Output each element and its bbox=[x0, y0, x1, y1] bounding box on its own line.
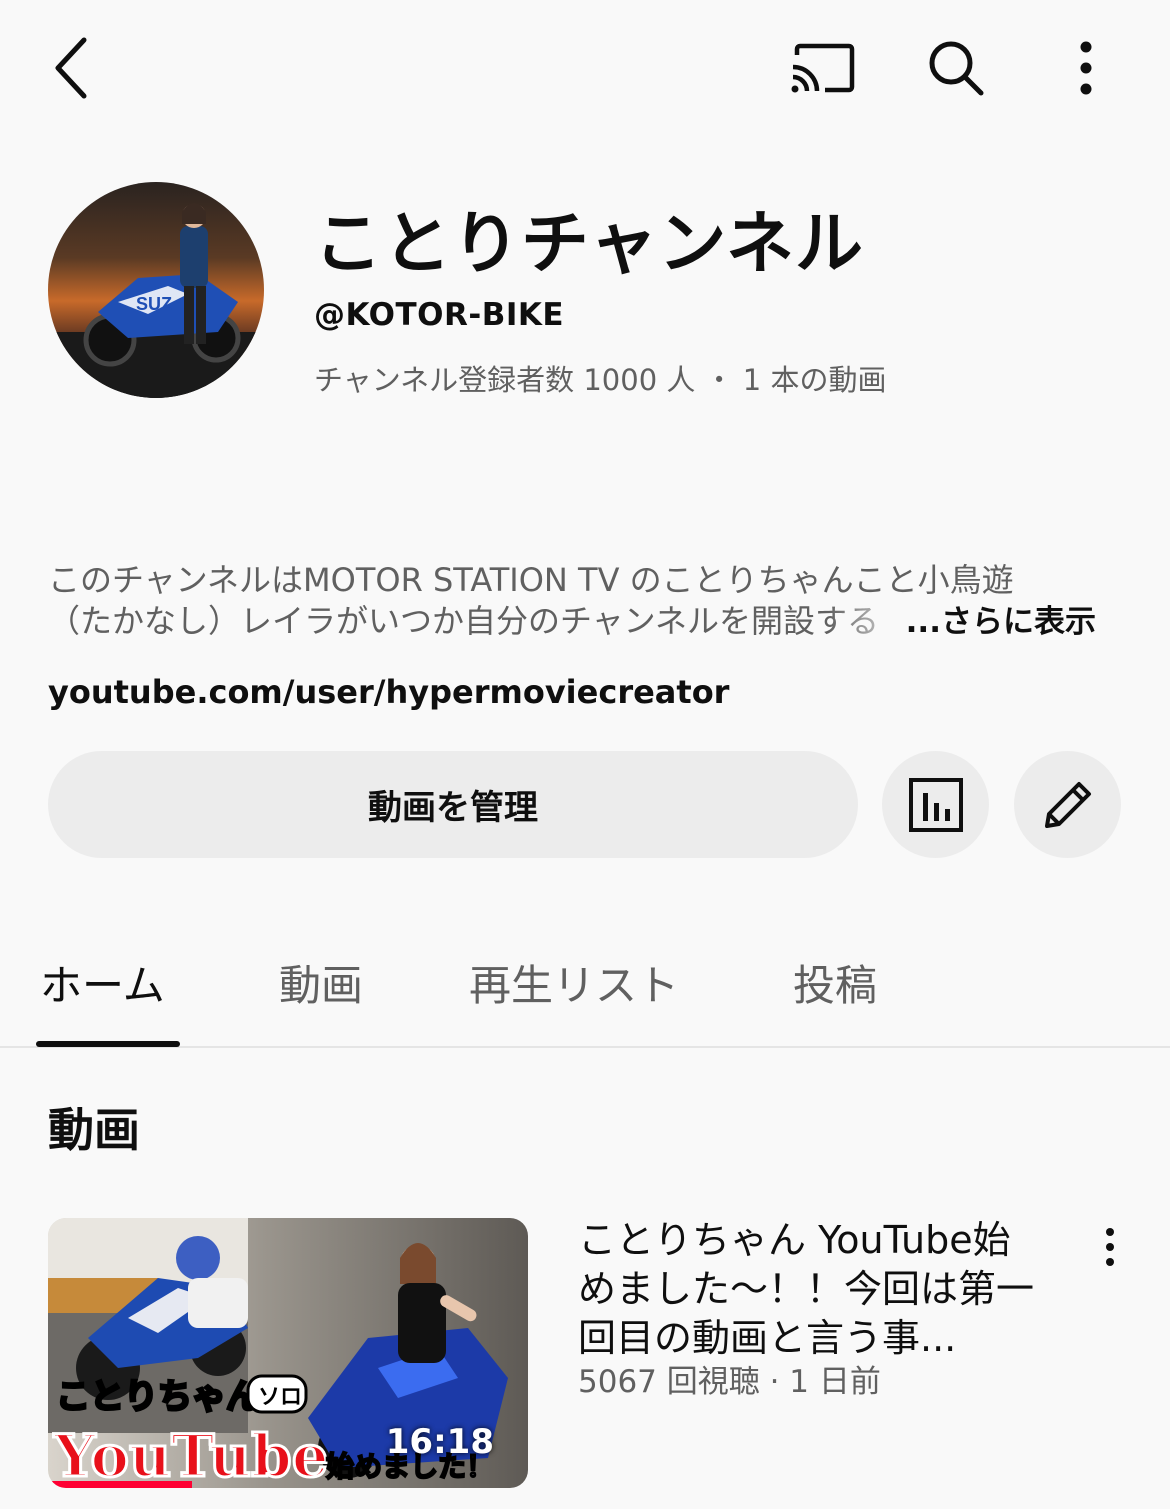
video-title[interactable]: ことりちゃん YouTube始めました〜！！今回は第一回目の動画と言う事... bbox=[578, 1216, 1048, 1363]
show-more-button[interactable]: ...さらに表示 bbox=[906, 596, 1096, 640]
section-title: 動画 bbox=[48, 1103, 140, 1157]
analytics-button[interactable] bbox=[882, 751, 989, 858]
thumb-text-top: ことりちゃん bbox=[56, 1377, 260, 1417]
chevron-left-icon bbox=[55, 37, 87, 99]
pencil-edit-icon bbox=[1044, 781, 1091, 828]
svg-text:SUZ: SUZ bbox=[136, 294, 172, 314]
watch-progress-bar bbox=[48, 1481, 192, 1488]
video-thumbnail[interactable]: ことりちゃん ソロ YouTube 始めました！ 16:18 bbox=[48, 1218, 528, 1488]
manage-videos-button[interactable]: 動画を管理 bbox=[48, 751, 858, 858]
avatar-image: SUZ bbox=[48, 182, 264, 398]
more-vertical-icon bbox=[1080, 41, 1092, 95]
thumb-text-bottom: YouTube bbox=[53, 1422, 329, 1488]
cast-button[interactable] bbox=[784, 36, 860, 100]
thumb-badge: ソロ bbox=[258, 1385, 302, 1410]
edit-channel-button[interactable] bbox=[1014, 751, 1121, 858]
more-vertical-icon bbox=[1106, 1228, 1114, 1266]
channel-link[interactable]: youtube.com/user/hypermoviecreator bbox=[48, 673, 729, 711]
description-fade bbox=[828, 596, 918, 640]
channel-description-line2-container[interactable]: （たかなし）レイラがいつか自分のチャンネルを開設する ...さらに表示 bbox=[48, 596, 1118, 640]
back-button[interactable] bbox=[40, 28, 104, 108]
cast-icon bbox=[791, 43, 855, 93]
tab-playlists[interactable]: 再生リスト bbox=[469, 952, 679, 1013]
tab-posts[interactable]: 投稿 bbox=[793, 952, 877, 1013]
video-meta: 5067 回視聴 · 1 日前 bbox=[578, 1364, 881, 1400]
analytics-chart-icon bbox=[908, 777, 963, 832]
tab-videos[interactable]: 動画 bbox=[279, 952, 363, 1013]
tab-home[interactable]: ホーム bbox=[40, 952, 165, 1013]
channel-description-line1[interactable]: このチャンネルはMOTOR STATION TV のことりちゃんこと小鳥遊 bbox=[48, 555, 1014, 601]
video-more-button[interactable] bbox=[1090, 1222, 1130, 1272]
channel-handle: @KOTOR-BIKE bbox=[314, 297, 565, 333]
channel-name: ことりチャンネル bbox=[314, 205, 864, 284]
video-duration: 16:18 bbox=[385, 1422, 494, 1462]
active-tab-indicator bbox=[36, 1041, 180, 1047]
search-button[interactable] bbox=[918, 30, 994, 106]
more-options-button[interactable] bbox=[1056, 30, 1116, 106]
channel-stats: チャンネル登録者数 1000 人 ・ 1 本の動画 bbox=[314, 363, 887, 397]
channel-avatar[interactable]: SUZ bbox=[48, 182, 264, 398]
search-icon bbox=[929, 41, 984, 96]
